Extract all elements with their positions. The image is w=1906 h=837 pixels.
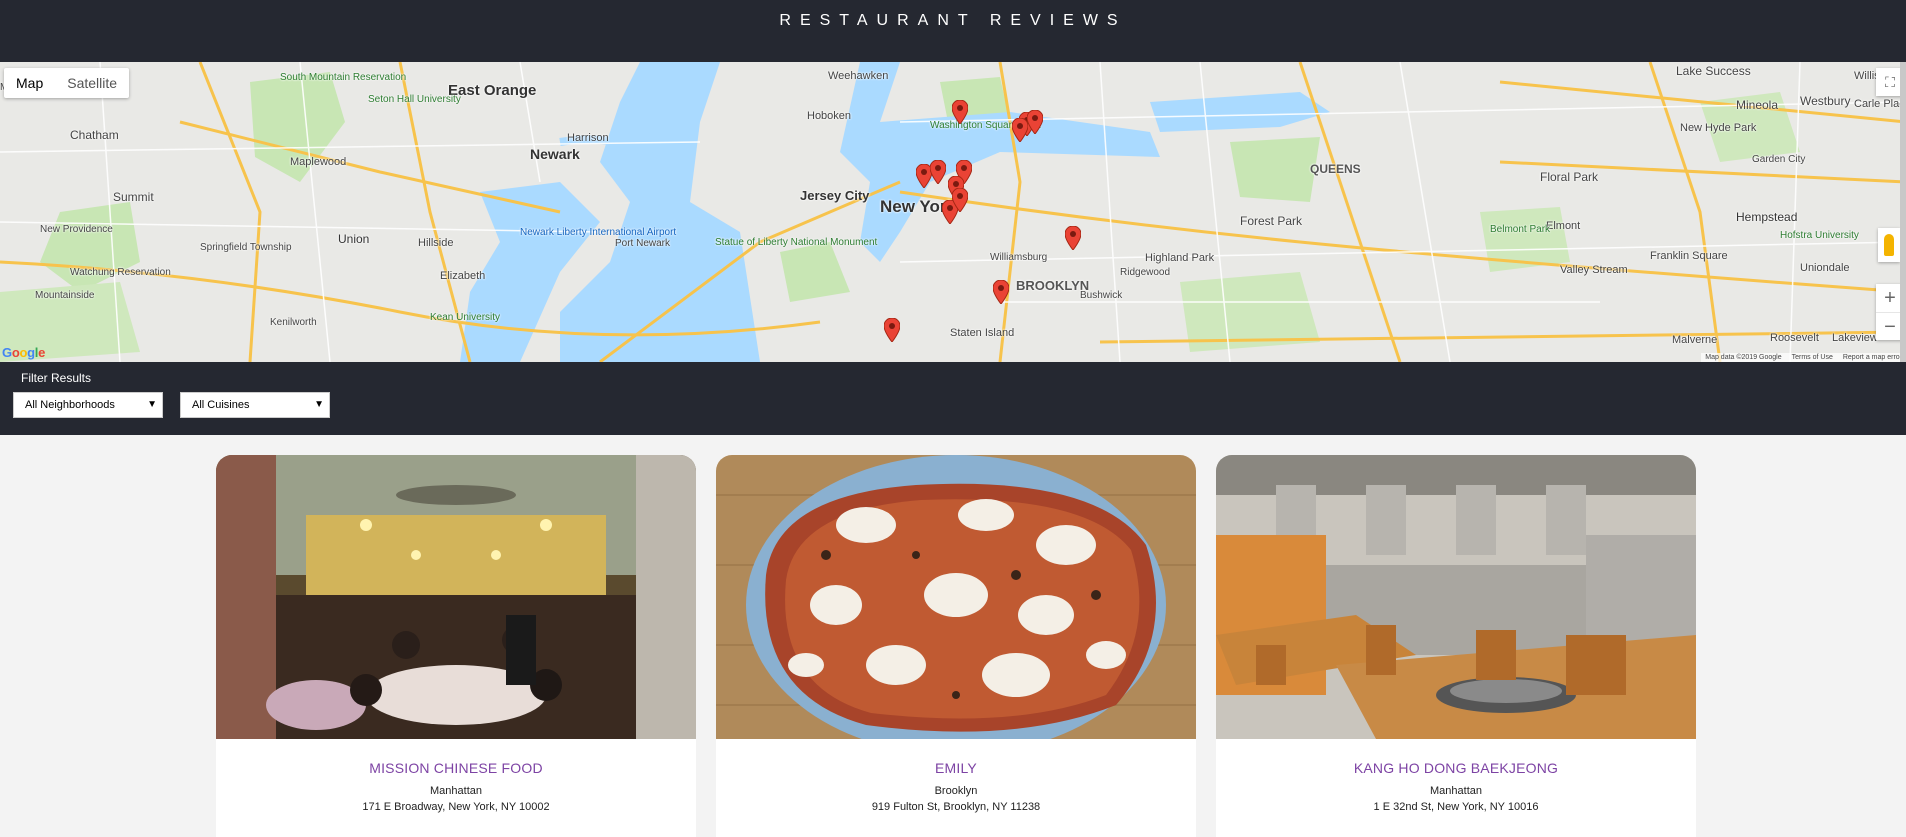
- map-type-control[interactable]: Map Satellite: [4, 68, 130, 98]
- map-place-label: Union: [338, 232, 370, 246]
- map-place-label: Highland Park: [1145, 252, 1215, 264]
- map-place-label: Lake Success: [1676, 64, 1751, 78]
- map-place-label: East Orange: [448, 82, 537, 99]
- map-place-label: Williamsburg: [990, 252, 1048, 263]
- map-place-label: Forest Park: [1240, 214, 1303, 228]
- map-marker-pin-icon[interactable]: [993, 280, 1009, 304]
- map-type-map-button[interactable]: Map: [4, 68, 55, 98]
- map-data-text: Map data ©2019 Google: [1705, 354, 1782, 361]
- map-place-label: Seton Hall University: [368, 94, 461, 105]
- map-place-label: Harrison: [567, 132, 609, 144]
- map-place-label: Uniondale: [1800, 262, 1850, 274]
- restaurant-card[interactable]: KANG HO DONG BAEKJEONG Manhattan 1 E 32n…: [1216, 455, 1696, 837]
- filter-title: Filter Results: [21, 371, 92, 385]
- restaurant-neighborhood: Manhattan: [1430, 785, 1482, 797]
- chevron-down-icon: ▼: [314, 399, 324, 410]
- restaurant-name-link[interactable]: KANG HO DONG BAEKJEONG: [1216, 760, 1696, 776]
- map-place-label: Kean University: [430, 312, 501, 323]
- map-place-label: Elizabeth: [440, 270, 486, 282]
- map-place-label: Watchung Reservation: [70, 267, 171, 278]
- restaurant-photo[interactable]: [216, 455, 696, 739]
- map-place-label: Newark: [530, 146, 580, 162]
- map-marker-pin-icon[interactable]: [1012, 118, 1028, 142]
- restaurant-address: 1 E 32nd St, New York, NY 10016: [1373, 801, 1539, 813]
- filter-bar: Filter Results All Neighborhoods ▼ All C…: [0, 362, 1906, 435]
- map-place-label: Ridgewood: [1120, 267, 1171, 278]
- site-header: RESTAURANT REVIEWS: [0, 0, 1906, 62]
- map-place-label: Staten Island: [950, 327, 1015, 339]
- map-marker-pin-icon[interactable]: [884, 318, 900, 342]
- map-marker-pin-icon[interactable]: [952, 188, 968, 212]
- map-place-label: Valley Stream: [1560, 264, 1628, 276]
- restaurant-name-link[interactable]: MISSION CHINESE FOOD: [216, 760, 696, 776]
- map-place-label: Bushwick: [1080, 290, 1123, 301]
- map-place-label: Elmont: [1546, 220, 1581, 232]
- map-place-label: Floral Park: [1540, 170, 1599, 184]
- map-place-label: Mountainside: [35, 290, 95, 301]
- map-place-label: Franklin Square: [1650, 250, 1728, 262]
- restaurant-neighborhood: Manhattan: [430, 785, 482, 797]
- cuisines-select-value: All Cuisines: [192, 399, 250, 411]
- map-place-label: Roosevelt: [1770, 332, 1819, 344]
- map-place-label: Summit: [113, 190, 154, 204]
- map-place-label: Port Newark: [615, 238, 671, 249]
- map-place-label: Statue of Liberty National Monument: [715, 237, 878, 248]
- restaurant-address: 919 Fulton St, Brooklyn, NY 11238: [871, 801, 1041, 813]
- map-place-label: South Mountain Reservation: [280, 72, 407, 83]
- map-place-label: Mineola: [1736, 98, 1779, 112]
- map-marker-pin-icon[interactable]: [952, 100, 968, 124]
- restaurant-address: 171 E Broadway, New York, NY 10002: [362, 801, 550, 813]
- terms-link[interactable]: Terms of Use: [1792, 354, 1833, 361]
- map-attribution: Map data ©2019 Google Terms of Use Repor…: [1701, 353, 1906, 362]
- restaurant-neighborhood: Brooklyn: [934, 785, 978, 797]
- pegman-icon: [1884, 234, 1894, 256]
- page-scrollbar[interactable]: [1900, 62, 1906, 398]
- map-place-label: QUEENS: [1310, 162, 1361, 176]
- map-place-label: Lakeview: [1832, 332, 1878, 344]
- map-place-label: Maplewood: [290, 156, 347, 168]
- map-place-label: Weehawken: [828, 70, 889, 82]
- neighborhoods-select-value: All Neighborhoods: [25, 399, 115, 411]
- map-place-label: Jersey City: [800, 188, 870, 203]
- map-place-label: Springfield Township: [200, 242, 292, 253]
- restaurant-card[interactable]: MISSION CHINESE FOOD Manhattan 171 E Bro…: [216, 455, 696, 837]
- restaurant-photo[interactable]: [1216, 455, 1696, 739]
- map-place-label: Newark Liberty International Airport: [520, 227, 677, 238]
- map-marker-pin-icon[interactable]: [1027, 110, 1043, 134]
- cuisines-select[interactable]: All Cuisines ▼: [180, 392, 330, 418]
- map-place-label: Hillside: [418, 237, 454, 249]
- neighborhoods-select[interactable]: All Neighborhoods ▼: [13, 392, 163, 418]
- restaurant-card[interactable]: EMILY Brooklyn 919 Fulton St, Brooklyn, …: [716, 455, 1196, 837]
- map-place-label: Malverne: [1672, 334, 1718, 346]
- map-place-label: Kenilworth: [270, 317, 317, 328]
- map-type-satellite-button[interactable]: Satellite: [55, 68, 129, 98]
- report-error-link[interactable]: Report a map error: [1843, 354, 1902, 361]
- map-marker-pin-icon[interactable]: [930, 160, 946, 184]
- restaurant-photo[interactable]: [716, 455, 1196, 739]
- map-place-label: Garden City: [1752, 154, 1806, 165]
- map-marker-pin-icon[interactable]: [1065, 226, 1081, 250]
- chevron-down-icon: ▼: [147, 399, 157, 410]
- restaurant-name-link[interactable]: EMILY: [716, 760, 1196, 776]
- street-view-pegman[interactable]: [1878, 228, 1900, 262]
- map-place-label: BROOKLYN: [1016, 278, 1090, 293]
- restaurant-map[interactable]: East Orange Newark Jersey City New York Hobo…: [0, 62, 1906, 362]
- map-place-label: Hempstead: [1736, 210, 1798, 224]
- fullscreen-icon: ⛶: [1885, 73, 1895, 90]
- map-place-label: Hofstra University: [1780, 230, 1859, 241]
- site-title: RESTAURANT REVIEWS: [779, 12, 1127, 29]
- map-place-label: New Providence: [40, 224, 113, 235]
- map-place-label: Hoboken: [807, 110, 852, 122]
- map-place-label: Carle Place: [1854, 98, 1906, 110]
- map-place-label: Chatham: [70, 128, 119, 142]
- google-logo[interactable]: Google: [2, 345, 45, 360]
- map-place-label: New Hyde Park: [1680, 122, 1757, 134]
- map-place-label: Westbury: [1800, 94, 1851, 108]
- map-place-label: Belmont Park: [1490, 224, 1551, 235]
